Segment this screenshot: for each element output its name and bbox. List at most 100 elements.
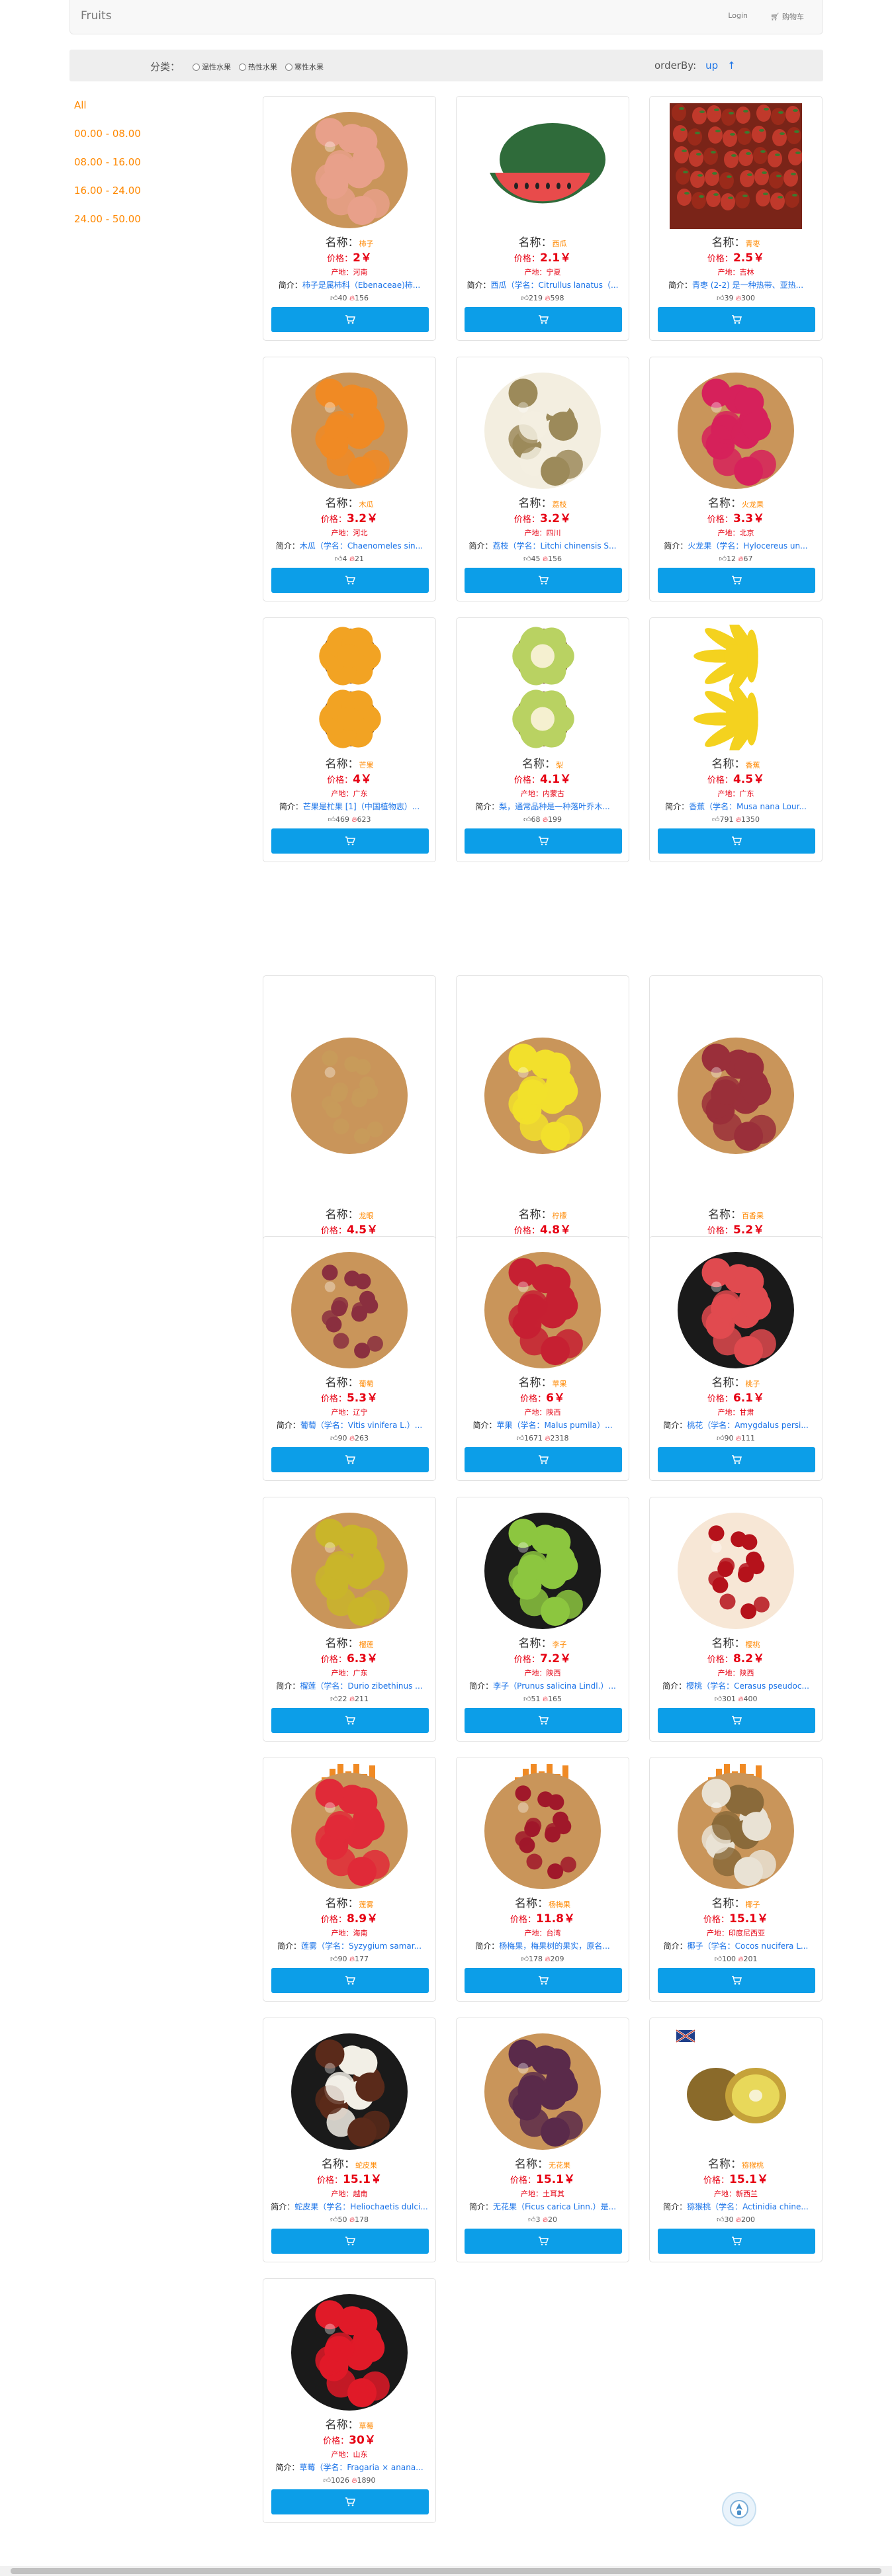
add-to-cart-button[interactable] <box>271 2229 429 2254</box>
product-image[interactable] <box>283 1504 416 1630</box>
add-to-cart-button[interactable] <box>465 828 622 854</box>
thumbs-up-icon[interactable]: 👍︎ <box>521 1955 529 1963</box>
sort-arrow-icon[interactable]: ↑ <box>727 60 736 71</box>
product-image[interactable] <box>670 364 802 490</box>
product-card[interactable]: 名称：青枣 价格：2.5￥ 产地：吉林 简介：青枣 (2-2) 是一种热带、亚热...… <box>649 96 823 341</box>
add-to-cart-button[interactable] <box>271 1708 429 1733</box>
radio-circle-icon[interactable] <box>285 63 292 71</box>
add-to-cart-button[interactable] <box>658 307 815 332</box>
range-link-8-16[interactable]: 08.00 - 16.00 <box>74 156 206 168</box>
horizontal-scrollbar[interactable] <box>0 2566 892 2576</box>
product-image[interactable] <box>476 1504 609 1630</box>
add-to-cart-button[interactable] <box>658 1708 815 1733</box>
product-card[interactable]: 名称：无花果 价格：15.1￥ 产地：土耳其 简介：无花果（Ficus carica … <box>456 2018 629 2262</box>
add-to-cart-button[interactable] <box>658 828 815 854</box>
product-image[interactable] <box>670 2025 802 2151</box>
product-image[interactable] <box>283 983 416 1201</box>
thumbs-up-icon[interactable]: 👍︎ <box>717 1434 725 1443</box>
product-image[interactable] <box>476 1243 609 1369</box>
product-image[interactable] <box>476 2025 609 2151</box>
product-image[interactable] <box>283 2286 416 2411</box>
thumbs-up-icon[interactable]: 👍︎ <box>523 555 531 563</box>
range-link-all[interactable]: All <box>74 99 206 111</box>
thumbs-up-icon[interactable]: 👍︎ <box>328 815 335 824</box>
add-to-cart-button[interactable] <box>465 307 622 332</box>
product-card[interactable]: 名称：蛇皮果 价格：15.1￥ 产地：越南 简介：蛇皮果（学名：Heliochaeti… <box>263 2018 436 2262</box>
thumbs-up-icon[interactable]: 👍︎ <box>330 1695 338 1703</box>
product-card[interactable]: 名称：莲雾 价格：8.9￥ 产地：海南 简介：莲雾（学名：Syzygium samar… <box>263 1757 436 2002</box>
add-to-cart-button[interactable] <box>271 1968 429 1993</box>
product-card[interactable]: 名称：荔枝 价格：3.2￥ 产地：四川 简介：荔枝（学名：Litchi chinens… <box>456 357 629 601</box>
thumbs-up-icon[interactable]: 👍︎ <box>335 555 343 563</box>
login-link[interactable]: Login <box>728 11 748 22</box>
thumbs-up-icon[interactable]: 👍︎ <box>528 2215 536 2224</box>
product-image[interactable] <box>283 103 416 229</box>
product-card[interactable]: 名称：葡萄 价格：5.3￥ 产地：辽宁 简介：葡萄（学名：Vitis vinifera… <box>263 1236 436 1481</box>
product-card[interactable]: 名称：梨 价格：4.1￥ 产地：内蒙古 简介：梨，通常品种是一种落叶乔木... 👍︎68… <box>456 617 629 862</box>
product-image[interactable] <box>476 625 609 750</box>
product-image[interactable] <box>283 625 416 750</box>
product-card[interactable]: 名称：西瓜 价格：2.1￥ 产地：宁夏 简介：西瓜（学名：Citrullus lana… <box>456 96 629 341</box>
product-card[interactable]: 名称：柿子 价格：2￥ 产地：河南 简介：柿子是属柿科（Ebenaceae)柿... 👍… <box>263 96 436 341</box>
add-to-cart-button[interactable] <box>465 2229 622 2254</box>
thumbs-up-icon[interactable]: 👍︎ <box>330 2215 338 2224</box>
thumbs-up-icon[interactable]: 👍︎ <box>516 1434 524 1443</box>
thumbs-up-icon[interactable]: 👍︎ <box>714 1695 722 1703</box>
product-image[interactable] <box>476 1764 609 1890</box>
product-image[interactable] <box>283 364 416 490</box>
add-to-cart-button[interactable] <box>271 1447 429 1472</box>
product-image[interactable] <box>476 364 609 490</box>
add-to-cart-button[interactable] <box>658 2229 815 2254</box>
product-image[interactable] <box>670 983 802 1201</box>
radio-circle-icon[interactable] <box>193 63 200 71</box>
thumbs-up-icon[interactable]: 👍︎ <box>323 2476 331 2485</box>
radio-hot[interactable]: 热性水果 <box>239 62 277 72</box>
add-to-cart-button[interactable] <box>658 1447 815 1472</box>
product-card[interactable]: 名称：草莓 价格：30￥ 产地：山东 简介：草莓（学名：Fragaria × anan… <box>263 2278 436 2523</box>
add-to-cart-button[interactable] <box>271 307 429 332</box>
product-image[interactable] <box>283 1764 416 1890</box>
thumbs-up-icon[interactable]: 👍︎ <box>712 815 720 824</box>
thumbs-up-icon[interactable]: 👍︎ <box>714 1955 722 1963</box>
add-to-cart-button[interactable] <box>271 2489 429 2514</box>
product-image[interactable] <box>476 103 609 229</box>
product-card[interactable]: 名称：火龙果 价格：3.3￥ 产地：北京 简介：火龙果（学名：Hylocereus u… <box>649 357 823 601</box>
add-to-cart-button[interactable] <box>658 1968 815 1993</box>
product-image[interactable] <box>670 1504 802 1630</box>
thumbs-up-icon[interactable]: 👍︎ <box>523 1695 531 1703</box>
thumbs-up-icon[interactable]: 👍︎ <box>330 1434 338 1443</box>
scrollbar-thumb[interactable] <box>11 2568 881 2574</box>
cart-link[interactable]: 🛒︎ 购物车 <box>770 11 804 22</box>
product-card[interactable]: 名称：香蕉 价格：4.5￥ 产地：广东 简介：香蕉（学名：Musa nana Lour… <box>649 617 823 862</box>
add-to-cart-button[interactable] <box>465 1708 622 1733</box>
product-card[interactable]: 名称：芒果 价格：4￥ 产地：广东 简介：芒果是杧果 [1]（中国植物志）... 👍︎4… <box>263 617 436 862</box>
thumbs-up-icon[interactable]: 👍︎ <box>523 815 531 824</box>
brand-logo[interactable]: Fruits <box>81 9 112 22</box>
add-to-cart-button[interactable] <box>271 828 429 854</box>
product-card[interactable]: 名称：杨梅果 价格：11.8￥ 产地：台湾 简介：杨梅果，梅果树的果实，原名... 👍︎… <box>456 1757 629 2002</box>
product-card[interactable]: 名称：桃子 价格：6.1￥ 产地：甘肃 简介：桃花（学名：Amygdalus pers… <box>649 1236 823 1481</box>
add-to-cart-button[interactable] <box>271 568 429 593</box>
radio-cold[interactable]: 寒性水果 <box>285 62 324 72</box>
product-image[interactable] <box>670 625 802 750</box>
thumbs-up-icon[interactable]: 👍︎ <box>330 294 338 302</box>
add-to-cart-button[interactable] <box>465 1447 622 1472</box>
range-link-16-24[interactable]: 16.00 - 24.00 <box>74 185 206 197</box>
thumbs-up-icon[interactable]: 👍︎ <box>717 2215 725 2224</box>
thumbs-up-icon[interactable]: 👍︎ <box>719 555 727 563</box>
scroll-top-button[interactable] <box>722 2492 756 2526</box>
radio-circle-icon[interactable] <box>239 63 246 71</box>
thumbs-up-icon[interactable]: 👍︎ <box>717 294 725 302</box>
radio-warm[interactable]: 温性水果 <box>193 62 231 72</box>
product-image[interactable] <box>476 983 609 1201</box>
thumbs-up-icon[interactable]: 👍︎ <box>521 294 529 302</box>
add-to-cart-button[interactable] <box>465 568 622 593</box>
product-card[interactable]: 名称：樱桃 价格：8.2￥ 产地：陕西 简介：樱桃（学名：Cerasus pseudo… <box>649 1497 823 1742</box>
product-card[interactable]: 名称：猕猴桃 价格：15.1￥ 产地：新西兰 简介：猕猴桃（学名：Actinidia … <box>649 2018 823 2262</box>
product-image[interactable] <box>670 1243 802 1369</box>
product-card[interactable]: 名称：李子 价格：7.2￥ 产地：陕西 简介：李子（Prunus salicina L… <box>456 1497 629 1742</box>
range-link-0-8[interactable]: 00.00 - 08.00 <box>74 128 206 140</box>
product-card[interactable]: 名称：椰子 价格：15.1￥ 产地：印度尼西亚 简介：椰子（学名：Cocos nuci… <box>649 1757 823 2002</box>
product-card[interactable]: 名称：榴莲 价格：6.3￥ 产地：广东 简介：榴莲（学名：Durio zibethin… <box>263 1497 436 1742</box>
product-card[interactable]: 名称：苹果 价格：6￥ 产地：陕西 简介：苹果（学名：Malus pumila）...… <box>456 1236 629 1481</box>
